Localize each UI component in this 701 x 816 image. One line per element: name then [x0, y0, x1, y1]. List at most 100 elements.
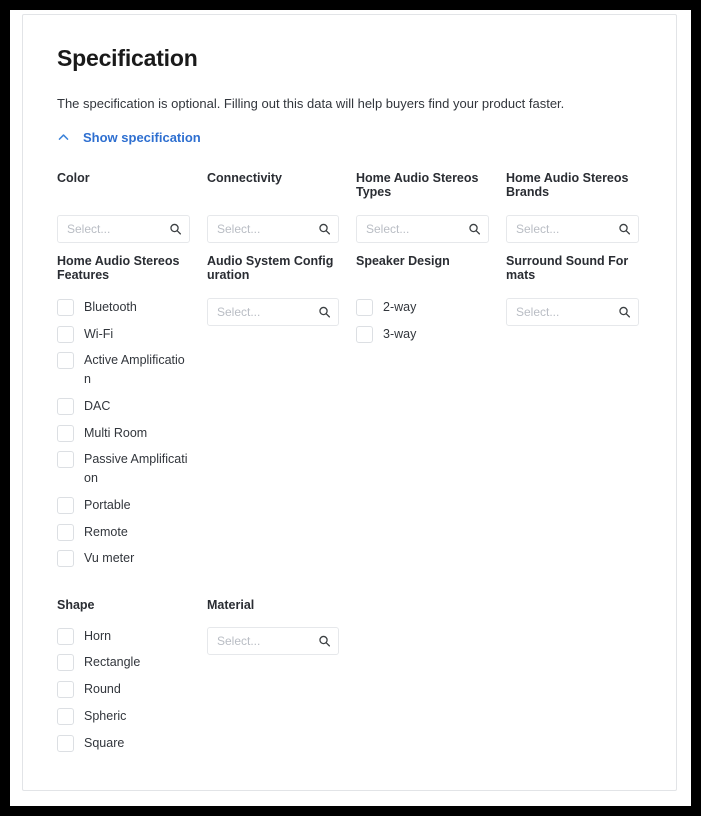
- checkbox-label: Rectangle: [84, 655, 141, 670]
- field-shape: Shape Horn Rectangle Round Spheric Square: [57, 598, 207, 760]
- select-audio-system-configuration[interactable]: Select...: [207, 297, 339, 326]
- checkbox-label: Wi-Fi: [84, 326, 114, 341]
- page-frame: Specification The specification is optio…: [10, 10, 691, 806]
- checkbox-item[interactable]: 2-way: [356, 298, 489, 317]
- checkbox-speaker-design-0[interactable]: [356, 298, 373, 316]
- checkbox-label: Remote: [84, 524, 128, 539]
- checkbox-item[interactable]: Horn: [57, 627, 190, 646]
- select-placeholder-audio-system-configuration: Select...: [217, 304, 261, 319]
- select-placeholder-home-audio-stereos-types: Select...: [366, 221, 410, 236]
- field-material: Material Select...: [207, 598, 356, 655]
- checkbox-shape-4[interactable]: [57, 734, 74, 752]
- checkbox-label: Square: [84, 735, 125, 750]
- search-icon[interactable]: [169, 222, 182, 235]
- spec-row: Shape Horn Rectangle Round Spheric Square Mate…: [57, 598, 642, 760]
- label-surround-sound-formats: Surround Sound Formats: [506, 253, 629, 283]
- field-speaker-design: Speaker Design 2-way 3-way: [356, 254, 506, 352]
- checkbox-label: Multi Room: [84, 425, 148, 440]
- search-icon[interactable]: [318, 305, 331, 318]
- checkbox-item[interactable]: Active Amplification: [57, 351, 190, 389]
- chevron-up-icon: [57, 131, 70, 144]
- checkbox-list-home-audio-stereos-features: Bluetooth Wi-Fi Active Amplification DAC Mul…: [57, 298, 190, 568]
- label-material: Material: [207, 598, 255, 613]
- checkbox-label: 2-way: [383, 299, 417, 314]
- field-home-audio-stereos-features: Home Audio Stereos Features Bluetooth Wi-F…: [57, 254, 207, 576]
- checkbox-label: Passive Amplification: [84, 452, 188, 486]
- select-home-audio-stereos-brands[interactable]: Select...: [506, 214, 639, 243]
- label-home-audio-stereos-types: Home Audio Stereos Types: [356, 170, 479, 200]
- checkbox-shape-0[interactable]: [57, 627, 74, 645]
- checkbox-home-audio-stereos-features-2[interactable]: [57, 352, 74, 370]
- specification-card: Specification The specification is optio…: [22, 14, 677, 791]
- label-home-audio-stereos-features: Home Audio Stereos Features: [57, 253, 180, 283]
- search-icon[interactable]: [318, 634, 331, 647]
- checkbox-label: DAC: [84, 398, 111, 413]
- checkbox-speaker-design-1[interactable]: [356, 325, 373, 343]
- select-placeholder-surround-sound-formats: Select...: [516, 304, 560, 319]
- checkbox-item[interactable]: Portable: [57, 496, 190, 515]
- select-color[interactable]: Select...: [57, 214, 190, 243]
- field-audio-system-configuration: Audio System Configuration Select...: [207, 254, 356, 326]
- checkbox-home-audio-stereos-features-8[interactable]: [57, 550, 74, 568]
- checkbox-label: Spheric: [84, 708, 127, 723]
- label-speaker-design: Speaker Design: [356, 253, 450, 268]
- checkbox-item[interactable]: DAC: [57, 397, 190, 416]
- checkbox-label: 3-way: [383, 326, 417, 341]
- search-icon[interactable]: [618, 305, 631, 318]
- select-placeholder-home-audio-stereos-brands: Select...: [516, 221, 560, 236]
- select-home-audio-stereos-types[interactable]: Select...: [356, 214, 489, 243]
- checkbox-item[interactable]: Wi-Fi: [57, 325, 190, 344]
- checkbox-home-audio-stereos-features-0[interactable]: [57, 298, 74, 316]
- search-icon[interactable]: [318, 222, 331, 235]
- checkbox-label: Active Amplification: [84, 353, 185, 387]
- select-material[interactable]: Select...: [207, 626, 339, 655]
- spec-row: Home Audio Stereos Features Bluetooth Wi-F…: [57, 254, 642, 576]
- checkbox-home-audio-stereos-features-3[interactable]: [57, 397, 74, 415]
- specification-fields: Color Select... Connectivity Select... Home …: [57, 171, 642, 761]
- checkbox-item[interactable]: Passive Amplification: [57, 450, 190, 488]
- field-connectivity: Connectivity Select...: [207, 171, 356, 243]
- field-color: Color Select...: [57, 171, 207, 243]
- show-specification-label: Show specification: [83, 129, 201, 145]
- checkbox-item[interactable]: Multi Room: [57, 424, 190, 443]
- field-surround-sound-formats: Surround Sound Formats Select...: [506, 254, 656, 326]
- select-placeholder-material: Select...: [217, 633, 261, 648]
- checkbox-label: Bluetooth: [84, 299, 137, 314]
- checkbox-home-audio-stereos-features-6[interactable]: [57, 496, 74, 514]
- page-title: Specification: [57, 45, 198, 71]
- checkbox-item[interactable]: 3-way: [356, 325, 489, 344]
- checkbox-item[interactable]: Bluetooth: [57, 298, 190, 317]
- field-home-audio-stereos-brands: Home Audio Stereos Brands Select...: [506, 171, 656, 243]
- checkbox-item[interactable]: Spheric: [57, 707, 190, 726]
- checkbox-label: Portable: [84, 497, 131, 512]
- checkbox-label: Round: [84, 682, 121, 697]
- checkbox-home-audio-stereos-features-7[interactable]: [57, 523, 74, 541]
- checkbox-label: Vu meter: [84, 551, 135, 566]
- checkbox-shape-1[interactable]: [57, 654, 74, 672]
- checkbox-item[interactable]: Vu meter: [57, 549, 190, 568]
- label-connectivity: Connectivity: [207, 170, 283, 185]
- checkbox-home-audio-stereos-features-5[interactable]: [57, 451, 74, 469]
- field-home-audio-stereos-types: Home Audio Stereos Types Select...: [356, 171, 506, 243]
- checkbox-list-speaker-design: 2-way 3-way: [356, 298, 489, 344]
- checkbox-shape-2[interactable]: [57, 681, 74, 699]
- checkbox-item[interactable]: Rectangle: [57, 653, 190, 672]
- checkbox-item[interactable]: Square: [57, 734, 190, 753]
- page-description: The specification is optional. Filling o…: [57, 95, 565, 111]
- select-connectivity[interactable]: Select...: [207, 214, 339, 243]
- checkbox-list-shape: Horn Rectangle Round Spheric Square: [57, 627, 190, 753]
- select-placeholder-connectivity: Select...: [217, 221, 261, 236]
- show-specification-toggle[interactable]: Show specification: [57, 130, 201, 145]
- search-icon[interactable]: [468, 222, 481, 235]
- checkbox-label: Horn: [84, 628, 112, 643]
- label-audio-system-configuration: Audio System Configuration: [207, 253, 334, 283]
- checkbox-item[interactable]: Remote: [57, 523, 190, 542]
- checkbox-home-audio-stereos-features-4[interactable]: [57, 424, 74, 442]
- checkbox-item[interactable]: Round: [57, 680, 190, 699]
- label-shape: Shape: [57, 598, 95, 613]
- search-icon[interactable]: [618, 222, 631, 235]
- select-surround-sound-formats[interactable]: Select...: [506, 297, 639, 326]
- checkbox-home-audio-stereos-features-1[interactable]: [57, 325, 74, 343]
- checkbox-shape-3[interactable]: [57, 707, 74, 725]
- select-placeholder-color: Select...: [67, 221, 111, 236]
